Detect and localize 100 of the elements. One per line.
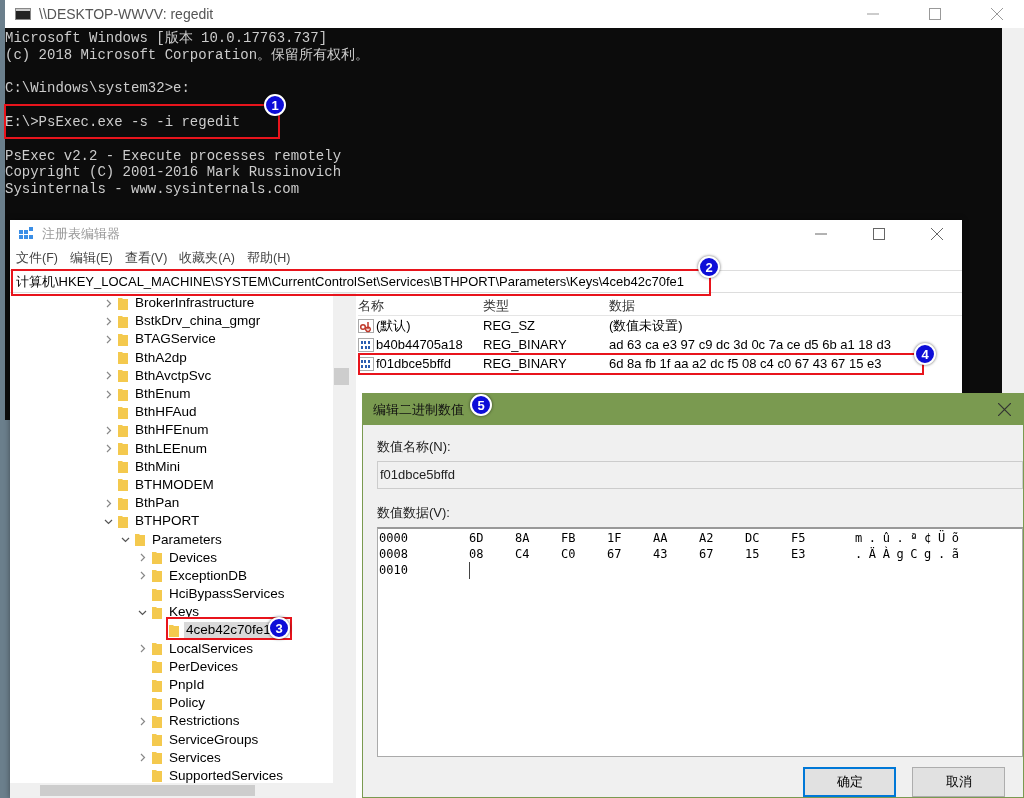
tree-item[interactable]: SupportedServices xyxy=(167,767,286,783)
chevron-right-icon[interactable] xyxy=(138,644,147,654)
scrollbar[interactable] xyxy=(10,783,350,798)
console-line: Copyright (C) 2001-2016 Mark Russinovich xyxy=(5,164,343,182)
tree-item[interactable]: BthAvctpSvc xyxy=(133,367,214,384)
console-line: Sysinternals - www.sysinternals.com xyxy=(5,181,301,198)
value-name[interactable]: f01dbce5bffd xyxy=(376,356,451,371)
folder-icon xyxy=(117,313,129,329)
hex-data-field[interactable]: 0000 6D 8A FB 1F AA A2 DC F5 m.û.ª¢Üõ 0008 08 C4 C0 67 43 67 15 E3 .ÄÀgCg.ã 0010 xyxy=(377,527,1023,757)
tree-item[interactable]: BthPan xyxy=(133,495,182,512)
chevron-right-icon[interactable] xyxy=(104,444,113,454)
column-header[interactable]: 名称 xyxy=(358,296,483,315)
chevron-right-icon[interactable] xyxy=(104,316,113,326)
value-data: (数值未设置) xyxy=(609,316,683,335)
tree-item[interactable]: Policy xyxy=(167,695,207,712)
tree-item[interactable]: PerDevices xyxy=(167,658,241,675)
chevron-right-icon[interactable] xyxy=(104,425,113,435)
tree-item[interactable]: ExceptionDB xyxy=(167,567,250,584)
tree-item[interactable]: 4ceb42c70fe1 xyxy=(184,622,273,639)
folder-icon xyxy=(151,713,163,729)
chevron-right-icon[interactable] xyxy=(104,371,113,381)
close-icon[interactable] xyxy=(931,228,943,240)
value-name[interactable]: (默认) xyxy=(376,316,411,335)
menu-item[interactable]: 查看(V) xyxy=(124,249,168,267)
chevron-right-icon[interactable] xyxy=(104,334,113,344)
console-line: (c) 2018 Microsoft Corporation。保留所有权利。 xyxy=(5,46,371,64)
tree-item[interactable]: Parameters xyxy=(150,531,224,548)
value-type: REG_BINARY xyxy=(483,337,568,352)
folder-icon xyxy=(151,586,163,602)
chevron-down-icon[interactable] xyxy=(121,535,130,545)
folder-icon xyxy=(151,641,163,657)
chevron-right-icon[interactable] xyxy=(104,389,113,399)
tree-item[interactable]: BTHMODEM xyxy=(133,476,216,493)
tree-item[interactable]: ServiceGroups xyxy=(167,731,261,748)
field-label: 数值名称(N): xyxy=(377,438,452,456)
console-line: PsExec v2.2 - Execute processes remotely xyxy=(5,147,343,165)
chevron-right-icon[interactable] xyxy=(138,553,147,563)
tree-item[interactable]: BrokerInfrastructure xyxy=(133,295,257,312)
string-value-icon xyxy=(358,318,374,333)
value-name-field[interactable]: f01dbce5bffd xyxy=(377,461,1023,489)
binary-value-icon xyxy=(358,337,374,352)
menu-item[interactable]: 收藏夹(A) xyxy=(179,249,235,267)
ok-button[interactable]: 确定 xyxy=(803,767,896,797)
tree-item[interactable]: BthHFEnum xyxy=(133,422,211,439)
chevron-right-icon[interactable] xyxy=(138,571,147,581)
tree-item[interactable]: BthLEEnum xyxy=(133,440,210,457)
tree-item[interactable]: BthA2dp xyxy=(133,349,189,366)
column-header[interactable]: 数据 xyxy=(609,296,635,315)
chevron-right-icon[interactable] xyxy=(138,753,147,763)
maximize-icon[interactable] xyxy=(873,228,885,240)
tree-item[interactable]: Keys xyxy=(167,604,201,621)
value-type: REG_BINARY xyxy=(483,356,568,371)
chevron-right-icon[interactable] xyxy=(104,498,113,508)
menu-item[interactable]: 编辑(E) xyxy=(69,249,113,267)
console-line: C:\Windows\system32>e: xyxy=(5,80,191,98)
tree-item[interactable]: BTAGService xyxy=(133,331,218,348)
folder-icon xyxy=(117,459,129,475)
folder-icon xyxy=(151,677,163,693)
value-data: 6d 8a fb 1f aa a2 dc f5 08 c4 c0 67 43 67 15 e3 xyxy=(609,356,882,371)
folder-icon xyxy=(117,295,129,311)
folder-icon xyxy=(151,659,163,675)
folder-icon xyxy=(117,386,129,402)
console-line: E:\>PsExec.exe -s -i regedit xyxy=(5,114,242,131)
chevron-right-icon[interactable] xyxy=(138,716,147,726)
console-icon xyxy=(15,8,31,20)
value-name[interactable]: b40b44705a18 xyxy=(376,337,463,352)
tree-item[interactable]: BstkDrv_china_gmgr xyxy=(133,313,263,330)
close-icon[interactable] xyxy=(998,403,1011,416)
tree-item[interactable]: BthMini xyxy=(133,458,182,475)
cancel-button[interactable]: 取消 xyxy=(912,767,1005,797)
folder-icon xyxy=(151,732,163,748)
column-header[interactable]: 类型 xyxy=(483,296,609,315)
tree-item[interactable]: BthEnum xyxy=(133,386,193,403)
tree-item[interactable]: BTHPORT xyxy=(133,513,202,530)
tree-item[interactable]: PnpId xyxy=(167,677,207,694)
folder-icon xyxy=(151,768,163,783)
tree-item[interactable]: BthHFAud xyxy=(133,404,199,421)
chevron-right-icon[interactable] xyxy=(104,298,113,308)
folder-icon xyxy=(117,331,129,347)
folder-icon xyxy=(117,495,129,511)
folder-icon xyxy=(117,513,129,529)
tree-item[interactable]: LocalServices xyxy=(167,640,256,657)
field-label: 数值数据(V): xyxy=(377,504,451,522)
window-title: \\DESKTOP-WWVV: regedit xyxy=(39,6,214,22)
tree-item[interactable]: HciBypassServices xyxy=(167,586,287,603)
folder-icon xyxy=(117,404,129,420)
tree-item[interactable]: Services xyxy=(167,749,223,766)
folder-icon xyxy=(117,350,129,366)
tree-item[interactable]: Restrictions xyxy=(167,713,242,730)
value-data: ad 63 ca e3 97 c9 dc 3d 0c 7a ce d5 6b a1 18 d3 xyxy=(609,337,891,352)
folder-icon xyxy=(151,604,163,620)
folder-icon xyxy=(151,750,163,766)
registry-icon xyxy=(18,226,34,242)
menu-item[interactable]: 文件(F) xyxy=(16,249,58,267)
folder-icon xyxy=(151,568,163,584)
close-icon[interactable] xyxy=(991,8,1003,20)
maximize-icon[interactable] xyxy=(929,8,941,20)
menu-item[interactable]: 帮助(H) xyxy=(247,249,291,267)
folder-icon xyxy=(151,695,163,711)
tree-item[interactable]: Devices xyxy=(167,549,219,566)
